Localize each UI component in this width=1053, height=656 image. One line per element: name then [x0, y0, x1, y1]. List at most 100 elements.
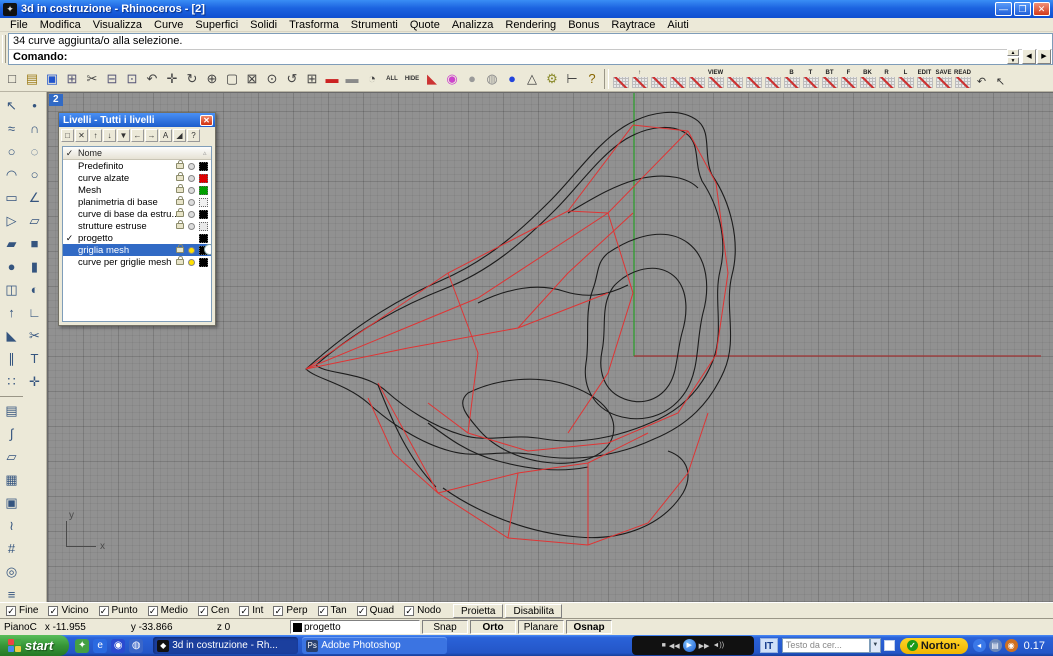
- viewport-label[interactable]: 2: [49, 94, 63, 106]
- command-scroll-up-button[interactable]: ▲: [1007, 49, 1019, 56]
- layer-color-swatch[interactable]: [199, 162, 208, 171]
- fillet-tool[interactable]: ∟: [23, 301, 46, 324]
- quicklaunch-messenger-icon[interactable]: ✦: [75, 639, 89, 653]
- block-tool[interactable]: ▣: [0, 491, 23, 514]
- checkbox[interactable]: [318, 606, 328, 616]
- hide-button[interactable]: HIDE: [402, 68, 422, 90]
- norton-badge[interactable]: ✓ Norton·: [900, 638, 968, 654]
- menu-rendering[interactable]: Rendering: [499, 19, 562, 31]
- menu-visualizza[interactable]: Visualizza: [87, 19, 148, 31]
- select-last-button[interactable]: ◔: [362, 68, 382, 90]
- lock-icon[interactable]: [176, 259, 184, 265]
- new-file-button[interactable]: □: [2, 68, 22, 90]
- move-layer-up-button[interactable]: ↑: [89, 129, 102, 142]
- menu-strumenti[interactable]: Strumenti: [345, 19, 404, 31]
- collapse-button[interactable]: ←: [131, 129, 144, 142]
- current-layer-chip[interactable]: progetto: [290, 620, 420, 634]
- search-input[interactable]: Testo da cer...: [782, 638, 870, 653]
- mesh-save-button[interactable]: SAVE: [934, 68, 953, 90]
- menu-curve[interactable]: Curve: [148, 19, 189, 31]
- pan-view-button[interactable]: ✛: [162, 68, 182, 90]
- layer-color-swatch[interactable]: [199, 234, 208, 243]
- options-gears-button[interactable]: ⚙: [542, 68, 562, 90]
- wmp-volume-button[interactable]: ◄)): [712, 642, 724, 649]
- sphere-tool[interactable]: ●: [0, 255, 23, 278]
- export-button[interactable]: ⊞: [62, 68, 82, 90]
- curve-edit-tool[interactable]: ∩: [23, 117, 46, 140]
- proietta-button[interactable]: Proietta: [453, 604, 503, 618]
- cage-tool[interactable]: #: [0, 537, 23, 560]
- tray-update-icon[interactable]: ◉: [1005, 639, 1018, 652]
- render-checker-button[interactable]: ◍: [482, 68, 502, 90]
- layer-row[interactable]: ✓ progetto: [63, 232, 211, 244]
- checkbox[interactable]: [273, 606, 283, 616]
- layer-row[interactable]: ✓ curve per griglie mesh: [63, 256, 211, 268]
- tray-hide-icon[interactable]: ◂: [973, 639, 986, 652]
- checkbox[interactable]: [404, 606, 414, 616]
- layer-row[interactable]: ✓ Predefinito: [63, 160, 211, 172]
- layer-name[interactable]: curve per griglie mesh: [76, 257, 176, 268]
- wmp-stop-button[interactable]: ■: [662, 642, 666, 649]
- cone-button[interactable]: △: [522, 68, 542, 90]
- rectangle-tool[interactable]: ▭: [0, 186, 23, 209]
- layer-name[interactable]: strutture estruse: [76, 221, 176, 232]
- osnap-perp[interactable]: Perp: [273, 605, 307, 616]
- undo-view-button[interactable]: ↺: [282, 68, 302, 90]
- menu-trasforma[interactable]: Trasforma: [283, 19, 345, 31]
- new-layer-button[interactable]: □: [61, 129, 74, 142]
- bulb-icon[interactable]: [188, 211, 195, 218]
- task-rhino[interactable]: ◆ 3d in costruzione - Rh...: [153, 637, 298, 654]
- mesh-plain-button[interactable]: [649, 68, 668, 90]
- start-button[interactable]: start: [0, 635, 69, 656]
- chamfer-tool[interactable]: ◣: [0, 324, 23, 347]
- language-indicator[interactable]: IT: [760, 638, 778, 653]
- mesh-green-line-button[interactable]: [668, 68, 687, 90]
- zoom-lens-button[interactable]: ⊙: [262, 68, 282, 90]
- lock-icon[interactable]: [176, 175, 184, 181]
- mesh-bk-button[interactable]: BK: [858, 68, 877, 90]
- mesh-tool[interactable]: ▦: [0, 468, 23, 491]
- mesh-read-button[interactable]: READ: [953, 68, 972, 90]
- text-tool[interactable]: T: [23, 347, 46, 370]
- osnap-fine[interactable]: Fine: [6, 605, 38, 616]
- layer-name[interactable]: curve di base da estru...: [76, 209, 176, 220]
- wmp-prev-button[interactable]: ◀◀: [669, 642, 680, 650]
- render-sphere-button[interactable]: ●: [462, 68, 482, 90]
- command-prompt[interactable]: Comando:: [9, 50, 1052, 66]
- osnap-quad[interactable]: Quad: [357, 605, 394, 616]
- layer-color-swatch[interactable]: [199, 186, 208, 195]
- layers-panel-titlebar[interactable]: Livelli - Tutti i livelli ✕: [59, 113, 215, 127]
- checkbox[interactable]: [198, 606, 208, 616]
- checkbox[interactable]: [357, 606, 367, 616]
- zoom-window-button[interactable]: ▢: [222, 68, 242, 90]
- layer-color-swatch[interactable]: [199, 222, 208, 231]
- pointer-icon[interactable]: ↖: [991, 68, 1010, 90]
- layer-row[interactable]: ✓ curve di base da estru...: [63, 208, 211, 220]
- quicklaunch-browser-icon[interactable]: ◍: [129, 639, 143, 653]
- layer-name[interactable]: Predefinito: [76, 161, 176, 172]
- circle-diameter-tool[interactable]: ◌: [23, 140, 46, 163]
- media-player-toolbar[interactable]: ■ ◀◀ ▶ ▶▶ ◄)): [632, 636, 754, 655]
- color-wheel-button[interactable]: ◉: [442, 68, 462, 90]
- mesh-b-button[interactable]: B: [782, 68, 801, 90]
- mesh-grid-button[interactable]: [611, 68, 630, 90]
- bulb-icon[interactable]: [188, 199, 195, 206]
- layer-row[interactable]: ✓ Mesh: [63, 184, 211, 196]
- filter-layers-button[interactable]: ▼: [117, 129, 130, 142]
- layer-color-swatch[interactable]: [199, 210, 208, 219]
- menu-modifica[interactable]: Modifica: [34, 19, 87, 31]
- copy-button[interactable]: ⊟: [102, 68, 122, 90]
- viewport[interactable]: 2: [47, 92, 1053, 602]
- measure-button[interactable]: ⊢: [562, 68, 582, 90]
- mesh-wrench-button[interactable]: [687, 68, 706, 90]
- layer-name[interactable]: Mesh: [76, 185, 176, 196]
- undo-button[interactable]: ↶: [142, 68, 162, 90]
- checkbox[interactable]: [6, 606, 16, 616]
- wmp-next-button[interactable]: ▶▶: [699, 642, 710, 650]
- delete-layer-button[interactable]: ✕: [75, 129, 88, 142]
- mesh-bt-button[interactable]: BT: [820, 68, 839, 90]
- car-grey-button[interactable]: ▬: [342, 68, 362, 90]
- osnap-punto[interactable]: Punto: [99, 605, 138, 616]
- menu-bonus[interactable]: Bonus: [562, 19, 605, 31]
- mesh-t-button[interactable]: T: [801, 68, 820, 90]
